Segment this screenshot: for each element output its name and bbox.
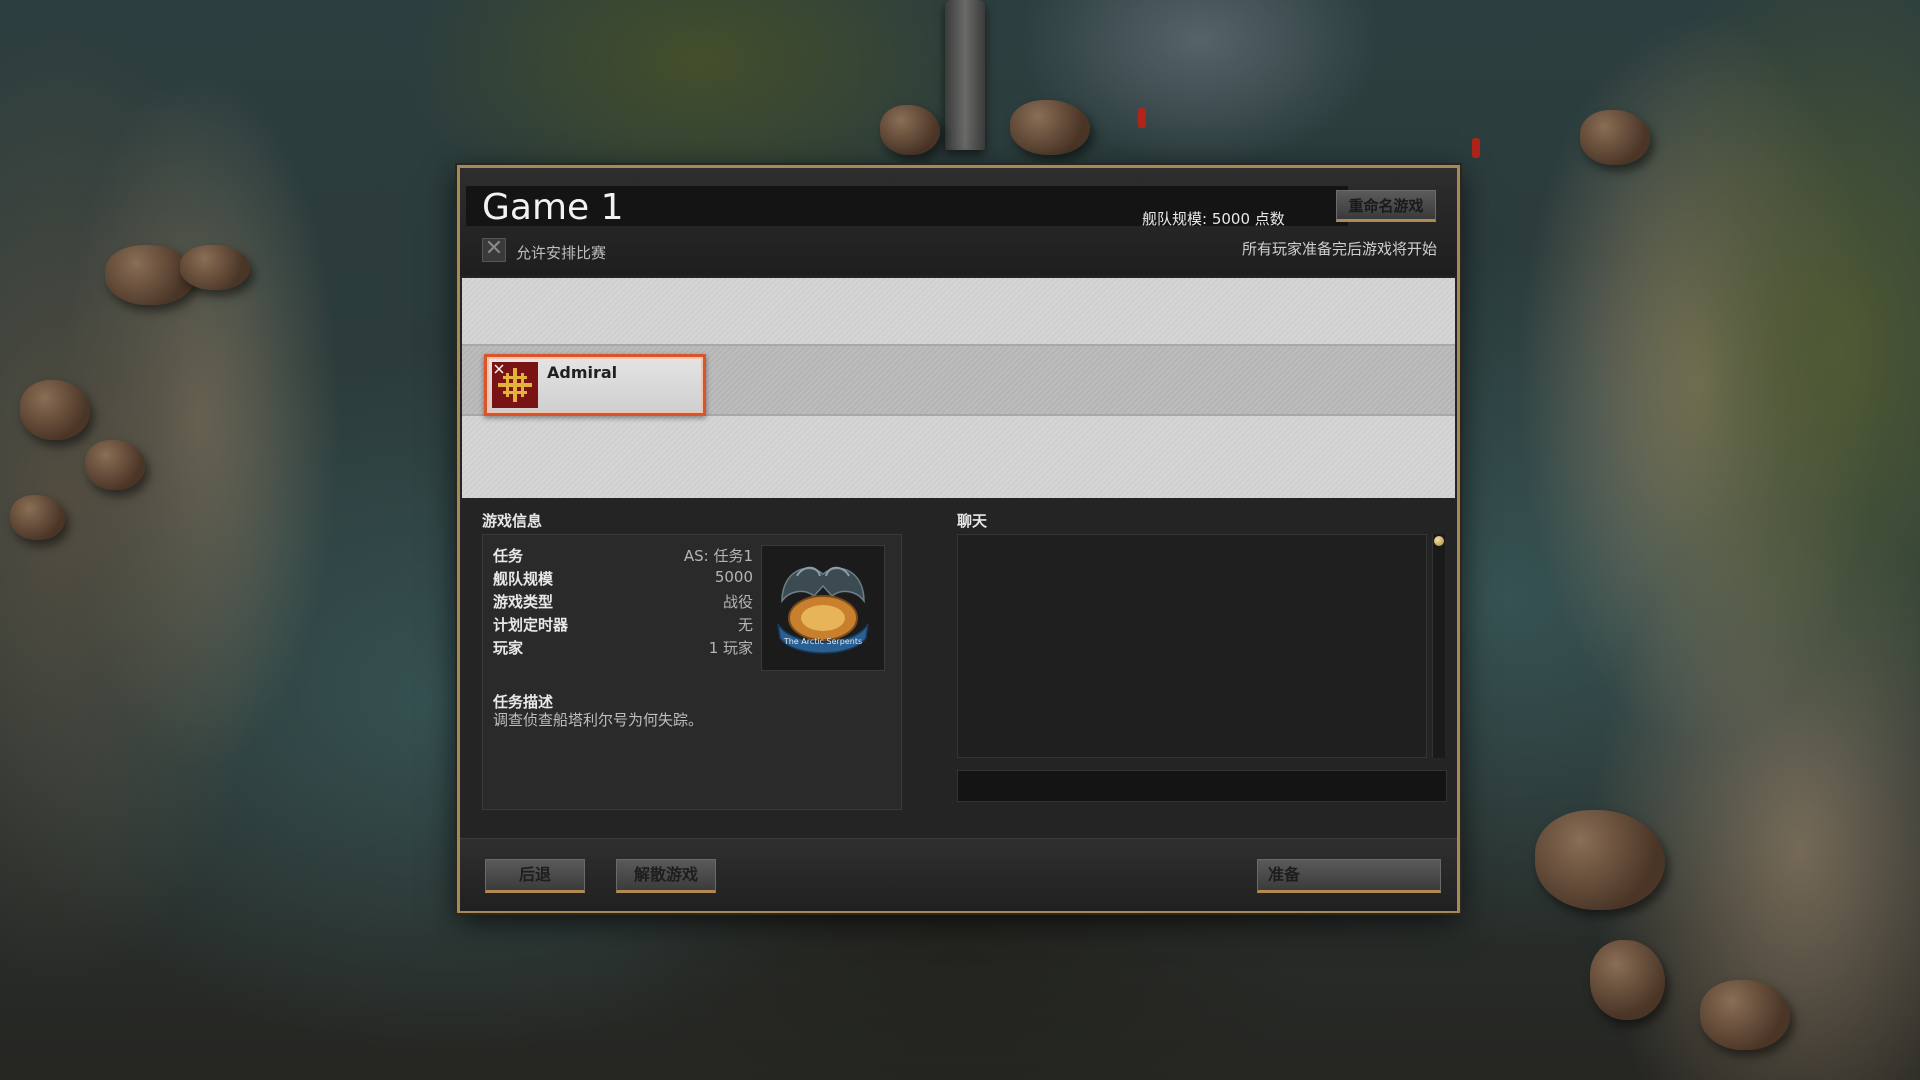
- map-rock: [880, 105, 940, 155]
- info-key: 舰队规模: [493, 570, 554, 588]
- info-key: 计划定时器: [493, 616, 569, 634]
- info-key: 任务: [493, 547, 524, 565]
- buoy-marker: [1138, 108, 1146, 128]
- map-rock: [1010, 100, 1090, 155]
- chat-scroll-thumb[interactable]: [1434, 536, 1444, 546]
- map-rock: [10, 495, 65, 540]
- lobby-lower-section: 游戏信息 任务 AS: 任务1 舰队规模 5000 游戏类型 战役 计划定时器 …: [462, 498, 1455, 836]
- info-row-timer: 计划定时器 无: [493, 614, 753, 636]
- lobby-header: Game 1 舰队规模: 5000 点数 重命名游戏 ✕ 允许安排比赛 所有玩家…: [460, 168, 1457, 276]
- all-ready-note: 所有玩家准备完后游戏将开始: [1241, 240, 1437, 258]
- map-rock: [85, 440, 145, 490]
- ready-button[interactable]: 准备: [1257, 859, 1441, 893]
- chat-log: [957, 534, 1427, 758]
- buoy-marker: [1472, 138, 1480, 158]
- rename-game-button[interactable]: 重命名游戏: [1336, 190, 1436, 222]
- info-value: AS: 任务1: [683, 547, 753, 565]
- info-row-fleet-size: 舰队规模 5000: [493, 568, 753, 590]
- info-key: 玩家: [493, 639, 524, 657]
- info-key: 游戏类型: [493, 593, 554, 611]
- player-emblem-icon: [492, 362, 538, 408]
- x-mark-icon: ✕: [484, 236, 504, 261]
- map-rock: [180, 245, 250, 290]
- map-rock: [1590, 940, 1665, 1020]
- disband-game-button[interactable]: 解散游戏: [616, 859, 716, 893]
- map-rock: [20, 380, 90, 440]
- fleet-size-info: 舰队规模: 5000 点数: [1142, 210, 1285, 228]
- chat-heading: 聊天: [957, 512, 988, 530]
- info-row-mission: 任务 AS: 任务1: [493, 545, 753, 567]
- game-title: Game 1: [482, 187, 624, 228]
- chat-input[interactable]: [957, 770, 1447, 802]
- badge-text: The Arctic Serpents: [783, 637, 862, 646]
- info-value: 5000: [714, 568, 753, 586]
- map-rock: [1700, 980, 1790, 1050]
- chat-scrollbar[interactable]: [1432, 534, 1445, 758]
- info-value: 1 玩家: [708, 639, 753, 657]
- player-name: Admiral: [547, 363, 618, 382]
- back-button[interactable]: 后退: [485, 859, 585, 893]
- player-slot-area: Admiral: [462, 278, 1455, 498]
- player-card[interactable]: Admiral: [484, 354, 706, 416]
- info-value: 战役: [722, 593, 753, 611]
- map-rock: [1535, 810, 1665, 910]
- lobby-footer: 后退 解散游戏 准备: [460, 838, 1457, 911]
- allow-matchmaking-label: 允许安排比赛: [516, 244, 607, 262]
- map-rock: [1580, 110, 1650, 165]
- mission-badge-image: The Arctic Serpents: [761, 545, 885, 671]
- info-row-game-type: 游戏类型 战役: [493, 591, 753, 613]
- mission-description-text: 调查侦查船塔利尔号为何失踪。: [493, 711, 704, 729]
- allow-matchmaking-checkbox[interactable]: ✕: [482, 238, 506, 262]
- game-lobby-dialog: Game 1 舰队规模: 5000 点数 重命名游戏 ✕ 允许安排比赛 所有玩家…: [457, 165, 1460, 913]
- info-value: 无: [737, 616, 753, 634]
- game-info-panel: 任务 AS: 任务1 舰队规模 5000 游戏类型 战役 计划定时器 无 玩家 …: [482, 534, 902, 810]
- lighthouse-tower: [945, 0, 985, 150]
- game-info-heading: 游戏信息: [482, 512, 543, 530]
- info-row-players: 玩家 1 玩家: [493, 637, 753, 659]
